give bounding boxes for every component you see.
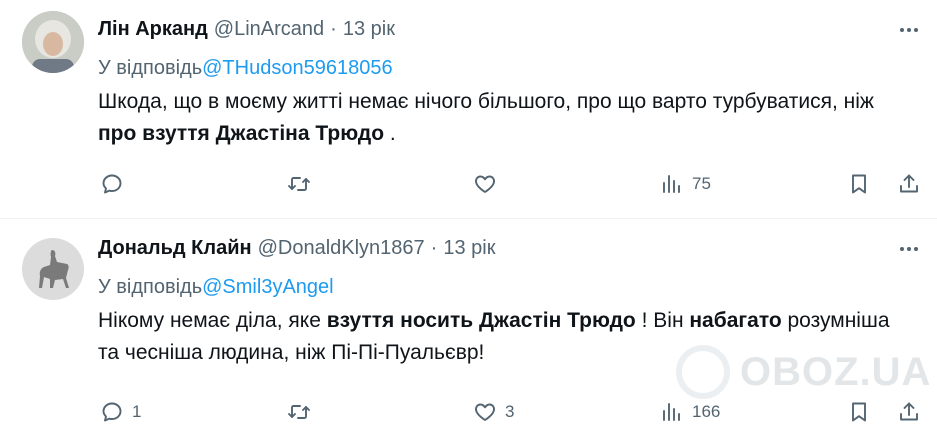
views-count: 75 [692, 174, 711, 193]
author-name[interactable]: Дональд Клайн [98, 237, 252, 259]
timestamp[interactable]: 13 рік [343, 18, 395, 40]
reply-icon [102, 174, 122, 194]
bold-text: про взуття Джастіна Трюдо [98, 122, 385, 145]
author-handle[interactable]: @DonaldKlyn1867 [258, 237, 425, 259]
avatar[interactable] [22, 11, 84, 73]
bookmark-button[interactable] [847, 396, 871, 428]
reply-prefix: У відповідь [98, 57, 203, 79]
retweet-icon [288, 405, 310, 419]
like-icon [475, 403, 495, 421]
author-name[interactable]: Лін Арканд [98, 18, 208, 40]
reply-count: 1 [132, 402, 142, 421]
tweet-1[interactable]: Лін Арканд @LinArcand · 13 рік У відповідь@… [0, 0, 937, 218]
bookmark-button[interactable] [847, 168, 871, 200]
bold-text: взуття носить Джастін Трюдо [326, 309, 636, 332]
views-count: 166 [692, 402, 721, 421]
share-button[interactable] [897, 168, 921, 200]
views-icon [663, 175, 680, 193]
retweet-button[interactable] [287, 168, 319, 200]
like-button[interactable] [473, 168, 505, 200]
retweet-button[interactable] [287, 396, 319, 428]
retweet-icon [288, 177, 310, 191]
more-icon[interactable] [897, 237, 921, 261]
bookmark-icon [852, 402, 866, 422]
timestamp[interactable]: 13 рік [443, 237, 495, 259]
bookmark-icon [852, 174, 866, 194]
like-count: 3 [505, 402, 515, 421]
reply-prefix: У відповідь [98, 276, 203, 298]
bold-text: набагато [689, 309, 782, 332]
share-icon [900, 402, 918, 421]
tweet-text: Шкода, що в моєму житті немає нічого біл… [98, 90, 874, 145]
share-icon [900, 174, 918, 193]
tweet-2[interactable]: Дональд Клайн @DonaldKlyn1867 · 13 рік У ві… [0, 219, 937, 439]
like-button[interactable]: 3 [473, 396, 514, 428]
action-bar: 1 3 166 [100, 396, 925, 428]
separator-dot: · [430, 237, 438, 259]
views-icon [663, 403, 680, 421]
separator-dot: · [330, 18, 337, 40]
globe-icon [676, 345, 730, 399]
reply-to-link[interactable]: @Smil3yAngel [202, 276, 333, 298]
like-icon [475, 175, 495, 193]
views-button[interactable]: 166 [660, 396, 720, 428]
watermark: OBOZ.UA [676, 342, 936, 402]
more-icon[interactable] [897, 18, 921, 42]
share-button[interactable] [897, 396, 921, 428]
reply-button[interactable]: 1 [100, 396, 141, 428]
author-handle[interactable]: @LinArcand [214, 18, 324, 40]
reply-to-link[interactable]: @THudson59618056 [202, 57, 392, 79]
avatar[interactable] [22, 238, 84, 300]
reply-context: У відповідь@THudson59618056 [98, 54, 393, 82]
reply-context: У відповідь@Smil3yAngel [98, 273, 334, 301]
reply-button[interactable] [100, 168, 132, 200]
views-button[interactable]: 75 [660, 168, 711, 200]
reply-icon [102, 402, 122, 422]
action-bar: 75 [100, 168, 925, 200]
